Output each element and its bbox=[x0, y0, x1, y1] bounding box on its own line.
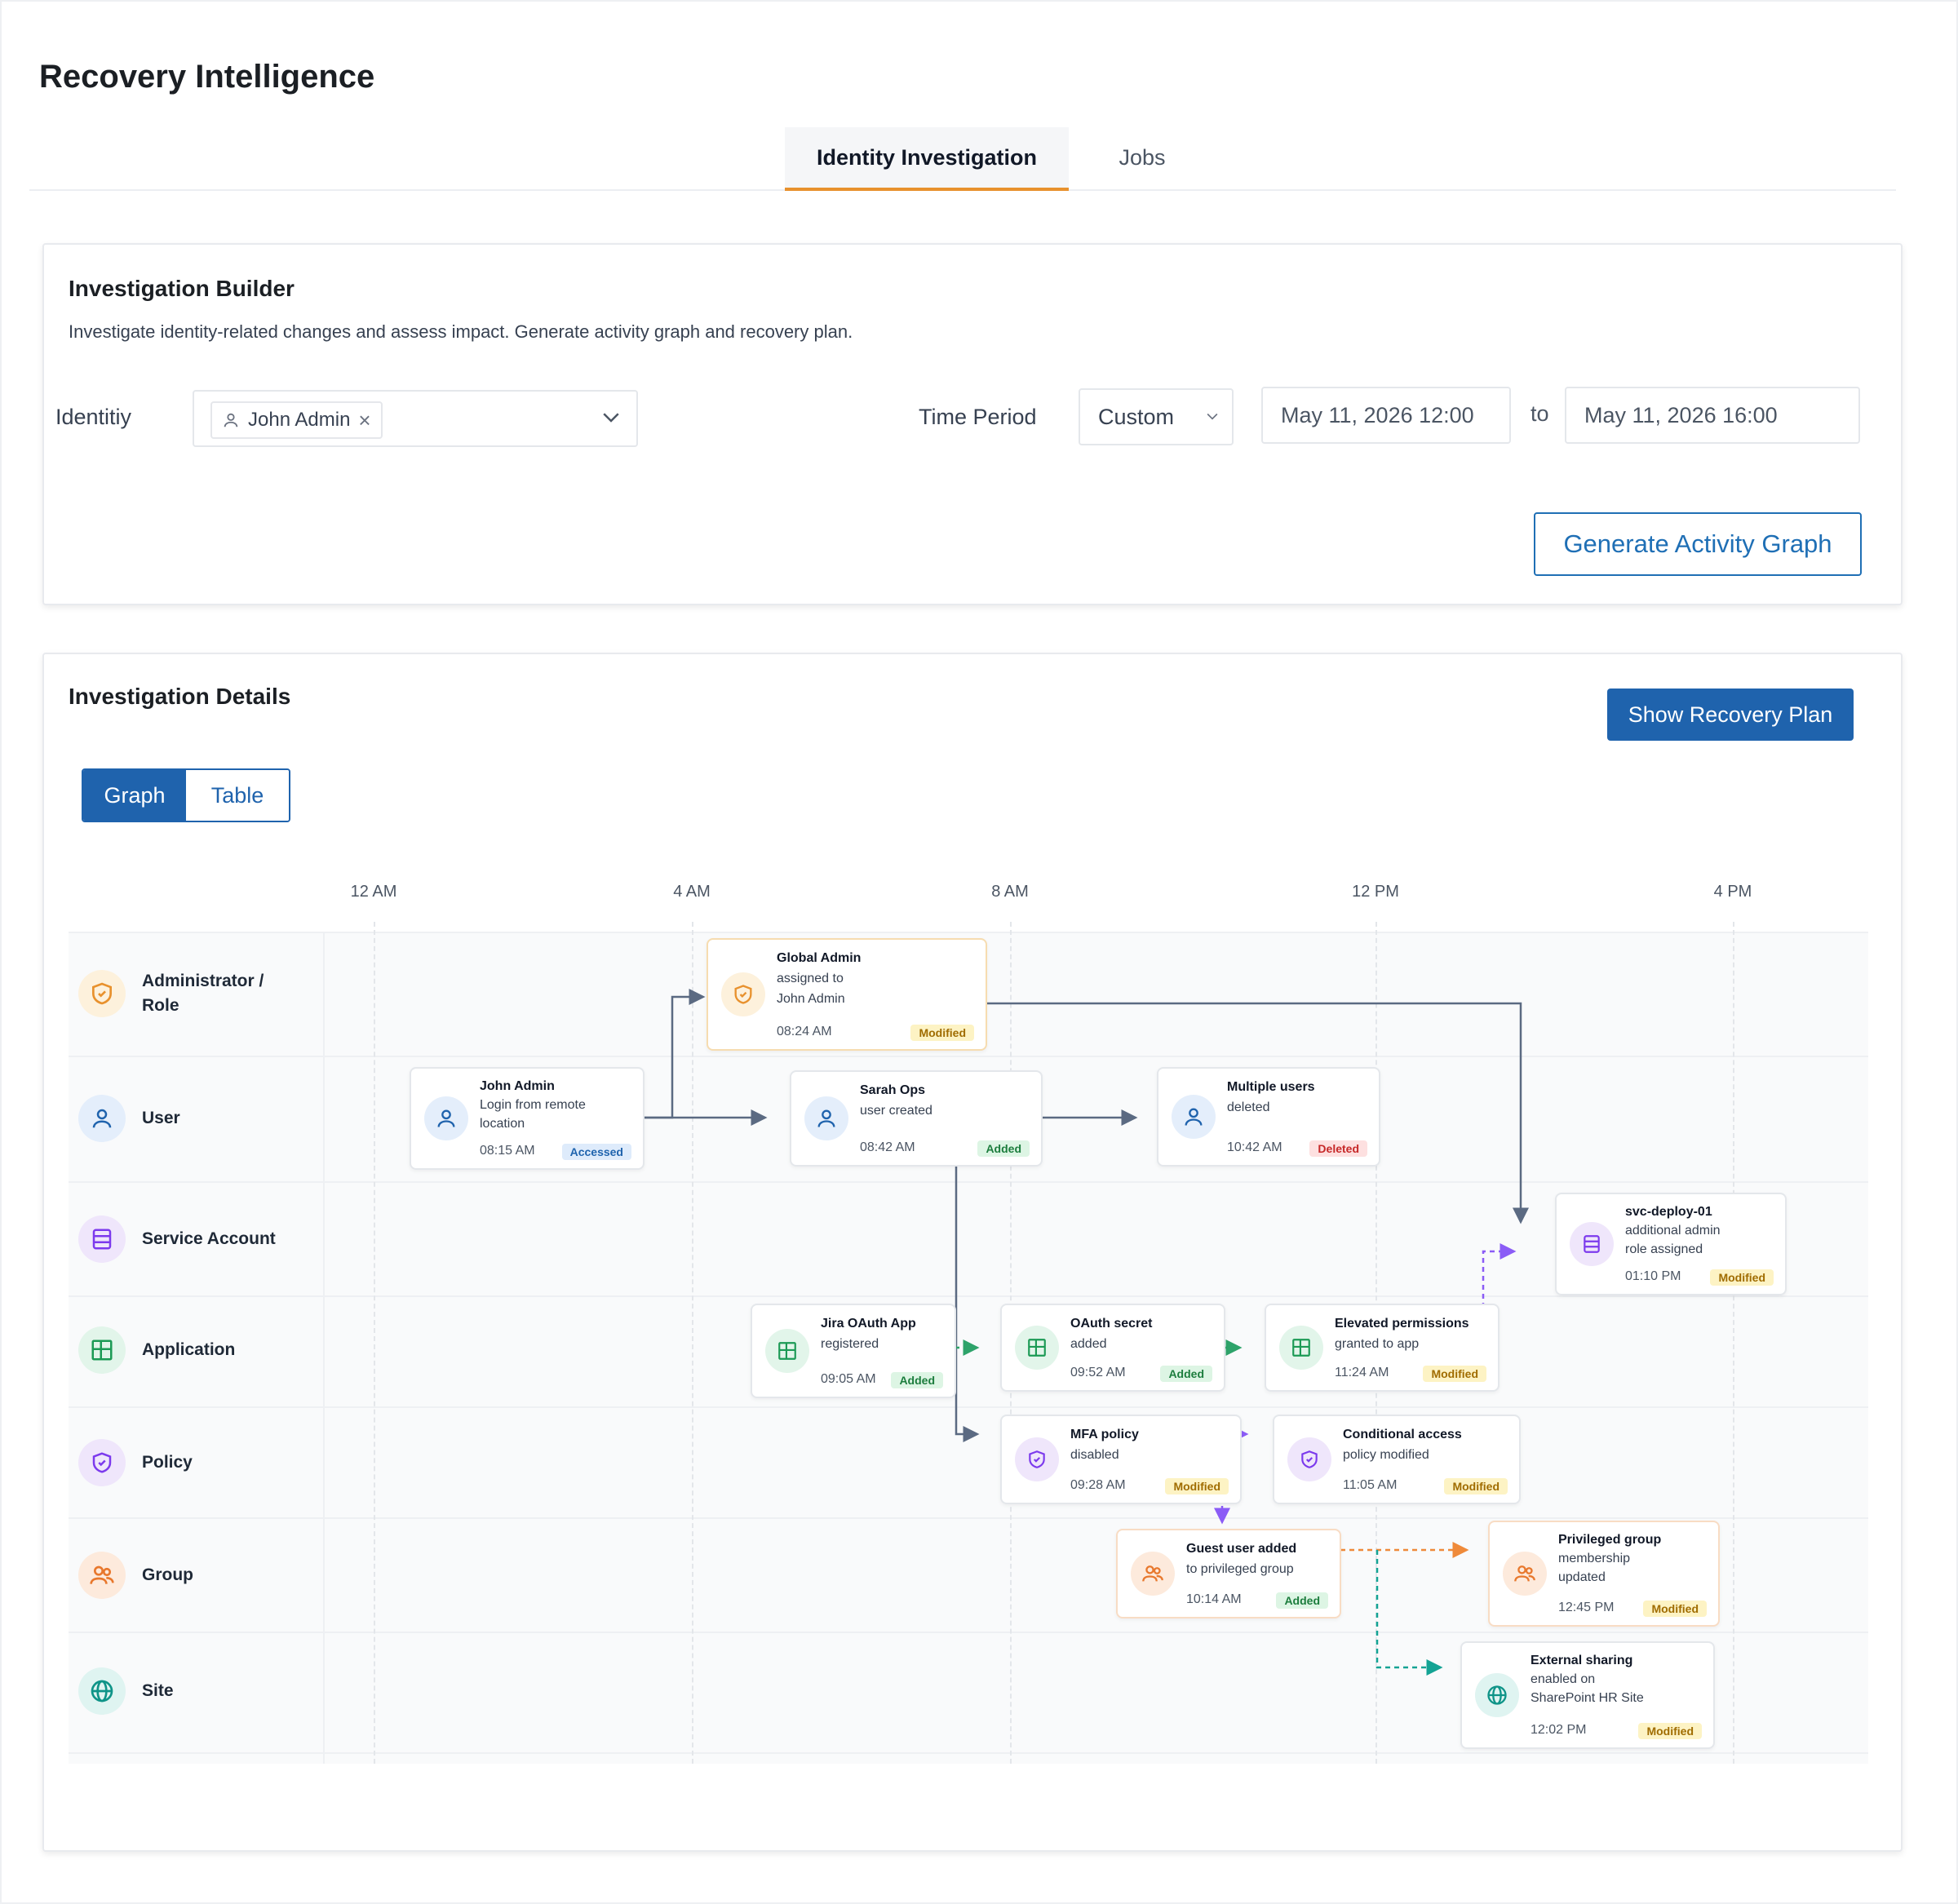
event-text: svc-deploy-01 additional admin role assign… bbox=[1625, 1205, 1721, 1256]
event-node-sarah-ops[interactable]: Sarah Ops user created 08:42 AM Added bbox=[790, 1070, 1043, 1167]
status-badge: Added bbox=[1276, 1592, 1328, 1609]
shield-icon bbox=[721, 972, 765, 1016]
status-badge: Added bbox=[977, 1140, 1030, 1157]
event-text: OAuth secret added bbox=[1070, 1317, 1153, 1351]
builder-title: Investigation Builder bbox=[69, 276, 295, 301]
time-period-label: Time Period bbox=[919, 405, 1037, 429]
event-node-john-admin-login[interactable]: John Admin Login from remote location 08:1… bbox=[410, 1067, 645, 1170]
event-time: 10:14 AM bbox=[1186, 1592, 1242, 1606]
status-badge: Modified bbox=[1165, 1478, 1229, 1494]
event-time: 11:24 AM bbox=[1335, 1366, 1389, 1379]
event-time: 09:05 AM bbox=[821, 1372, 876, 1386]
investigation-details-card: Investigation Details Show Recovery Plan… bbox=[42, 653, 1903, 1852]
status-badge: Modified bbox=[910, 1025, 974, 1041]
tab-identity-investigation[interactable]: Identity Investigation bbox=[785, 127, 1069, 191]
event-time: 08:42 AM bbox=[860, 1140, 915, 1154]
connector-guest-to-external-sharing bbox=[1375, 1550, 1443, 1676]
view-toggle: Graph Table bbox=[82, 768, 290, 822]
investigation-builder-card: Investigation Builder Investigate identi… bbox=[42, 243, 1903, 605]
user-icon bbox=[224, 413, 238, 427]
event-time: 10:42 AM bbox=[1227, 1140, 1282, 1154]
event-node-oauth-secret[interactable]: OAuth secret added 09:52 AM Added bbox=[1000, 1304, 1225, 1392]
event-text: Privileged group membership updated bbox=[1558, 1533, 1662, 1584]
status-badge: Modified bbox=[1638, 1723, 1702, 1739]
event-time: 09:52 AM bbox=[1070, 1366, 1126, 1379]
event-node-global-admin[interactable]: Global Admin assigned to John Admin 08:24 … bbox=[707, 938, 987, 1051]
app-grid-icon bbox=[1279, 1326, 1323, 1370]
shield-check-icon bbox=[1287, 1437, 1331, 1481]
details-title: Investigation Details bbox=[69, 684, 291, 709]
event-text: Elevated permissions granted to app bbox=[1335, 1317, 1469, 1351]
remove-identity-icon[interactable]: × bbox=[358, 408, 370, 433]
event-node-mfa-policy[interactable]: MFA policy disabled 09:28 AM Modified bbox=[1000, 1415, 1242, 1504]
status-badge: Modified bbox=[1643, 1601, 1707, 1617]
user-icon bbox=[424, 1096, 468, 1140]
chevron-down-icon bbox=[1207, 413, 1218, 420]
event-time: 11:05 AM bbox=[1343, 1478, 1398, 1492]
app-grid-icon bbox=[1015, 1326, 1059, 1370]
event-node-external-sharing[interactable]: External sharing enabled on SharePoint HR … bbox=[1460, 1641, 1715, 1749]
globe-icon bbox=[1475, 1673, 1519, 1717]
connector-user-created-to-mfa bbox=[955, 1152, 980, 1442]
event-node-svc-deploy[interactable]: svc-deploy-01 additional admin role assign… bbox=[1555, 1193, 1787, 1295]
event-time: 08:24 AM bbox=[777, 1025, 832, 1038]
group-icon bbox=[1131, 1552, 1175, 1596]
identity-select[interactable]: John Admin × bbox=[193, 390, 638, 447]
event-node-multiple-users-deleted[interactable]: Multiple users deleted 10:42 AM Deleted bbox=[1157, 1067, 1380, 1167]
group-icon bbox=[1503, 1552, 1547, 1596]
status-badge: Added bbox=[1160, 1366, 1212, 1382]
event-text: External sharing enabled on SharePoint HR … bbox=[1531, 1654, 1644, 1705]
app-grid-icon bbox=[765, 1329, 809, 1373]
time-period-value: Custom bbox=[1098, 405, 1175, 429]
status-badge: Modified bbox=[1710, 1269, 1774, 1286]
activity-graph: 12 AM 4 AM 8 AM 12 PM 4 PM Administrator… bbox=[44, 875, 1870, 1764]
event-text: MFA policy disabled bbox=[1070, 1428, 1139, 1462]
event-time: 12:02 PM bbox=[1531, 1723, 1587, 1737]
time-period-select[interactable]: Custom bbox=[1079, 388, 1234, 445]
event-text: Global Admin assigned to John Admin bbox=[777, 951, 862, 1006]
user-icon bbox=[804, 1096, 848, 1140]
event-node-jira-oauth-app[interactable]: Jira OAuth App registered 09:05 AM Added bbox=[751, 1304, 956, 1398]
to-label: to bbox=[1531, 401, 1549, 426]
status-badge: Modified bbox=[1444, 1478, 1508, 1494]
status-badge: Modified bbox=[1423, 1366, 1486, 1382]
main-tabs: Identity Investigation Jobs bbox=[29, 127, 1896, 191]
event-time: 12:45 PM bbox=[1558, 1601, 1615, 1614]
server-icon bbox=[1570, 1222, 1614, 1266]
builder-description: Investigate identity-related changes and… bbox=[69, 321, 853, 342]
chevron-down-icon[interactable] bbox=[599, 405, 623, 429]
status-badge: Deleted bbox=[1309, 1140, 1367, 1157]
event-time: 08:15 AM bbox=[480, 1144, 535, 1158]
event-text: John Admin Login from remote location bbox=[480, 1079, 586, 1131]
event-node-guest-user[interactable]: Guest user added to privileged group 10:1… bbox=[1116, 1529, 1341, 1618]
app-title: Recovery Intelligence bbox=[39, 59, 375, 95]
identity-chip: John Admin × bbox=[210, 401, 383, 439]
event-node-elevated-permissions[interactable]: Elevated permissions granted to app 11:24… bbox=[1265, 1304, 1500, 1392]
event-text: Jira OAuth App registered bbox=[821, 1317, 916, 1351]
start-datetime-input[interactable]: May 11, 2026 12:00 bbox=[1261, 387, 1511, 444]
event-text: Guest user added to privileged group bbox=[1186, 1542, 1297, 1576]
status-badge: Accessed bbox=[561, 1144, 631, 1160]
identity-chip-label: John Admin bbox=[248, 409, 351, 431]
generate-activity-graph-button[interactable]: Generate Activity Graph bbox=[1534, 512, 1862, 576]
event-time: 01:10 PM bbox=[1625, 1269, 1681, 1283]
start-datetime-value: May 11, 2026 12:00 bbox=[1281, 403, 1474, 427]
graph-view-button[interactable]: Graph bbox=[83, 770, 186, 821]
event-text: Sarah Ops user created bbox=[860, 1083, 932, 1118]
user-icon bbox=[1172, 1095, 1216, 1139]
event-node-conditional-access[interactable]: Conditional access policy modified 11:05 … bbox=[1273, 1415, 1521, 1504]
tab-jobs[interactable]: Jobs bbox=[1093, 127, 1191, 188]
table-view-button[interactable]: Table bbox=[186, 770, 289, 821]
end-datetime-value: May 11, 2026 16:00 bbox=[1584, 403, 1778, 427]
identity-label: Identitiy bbox=[55, 405, 132, 429]
status-badge: Added bbox=[891, 1372, 943, 1388]
show-recovery-plan-button[interactable]: Show Recovery Plan bbox=[1607, 689, 1854, 741]
event-time: 09:28 AM bbox=[1070, 1478, 1126, 1492]
end-datetime-input[interactable]: May 11, 2026 16:00 bbox=[1565, 387, 1860, 444]
event-text: Multiple users deleted bbox=[1227, 1080, 1315, 1114]
event-node-privileged-group[interactable]: Privileged group membership updated 12:45 … bbox=[1488, 1521, 1720, 1627]
shield-check-icon bbox=[1015, 1437, 1059, 1481]
event-text: Conditional access policy modified bbox=[1343, 1428, 1462, 1462]
